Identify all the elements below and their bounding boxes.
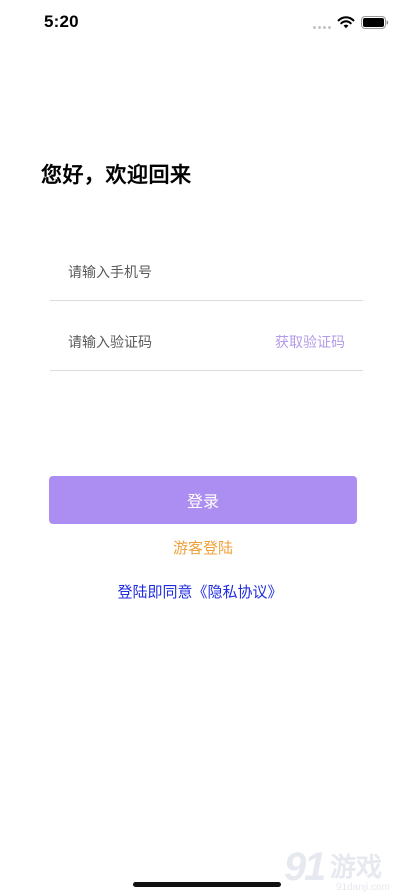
svg-text:游戏: 游戏 bbox=[330, 853, 382, 883]
status-bar: 5:20 bbox=[0, 0, 414, 44]
verification-code-field: 获取验证码 bbox=[50, 314, 363, 371]
svg-text:1: 1 bbox=[304, 845, 326, 889]
phone-input[interactable] bbox=[68, 262, 268, 284]
privacy-agreement-link[interactable]: 登陆即同意《隐私协议》 bbox=[0, 582, 400, 602]
verification-code-input[interactable] bbox=[68, 332, 268, 354]
login-button[interactable]: 登录 bbox=[49, 476, 357, 524]
status-time: 5:20 bbox=[44, 12, 79, 31]
phone-field bbox=[50, 244, 363, 301]
svg-text:91danji.com: 91danji.com bbox=[336, 882, 390, 893]
guest-login-link[interactable]: 游客登陆 bbox=[0, 538, 406, 558]
battery-icon bbox=[361, 16, 389, 29]
wifi-icon bbox=[337, 16, 355, 29]
get-code-button[interactable]: 获取验证码 bbox=[275, 334, 345, 352]
watermark-logo: 9 1 游戏 91danji.com bbox=[284, 845, 390, 893]
signal-dots-icon bbox=[313, 26, 331, 30]
home-indicator bbox=[133, 882, 281, 887]
page-title: 您好，欢迎回来 bbox=[41, 163, 192, 187]
